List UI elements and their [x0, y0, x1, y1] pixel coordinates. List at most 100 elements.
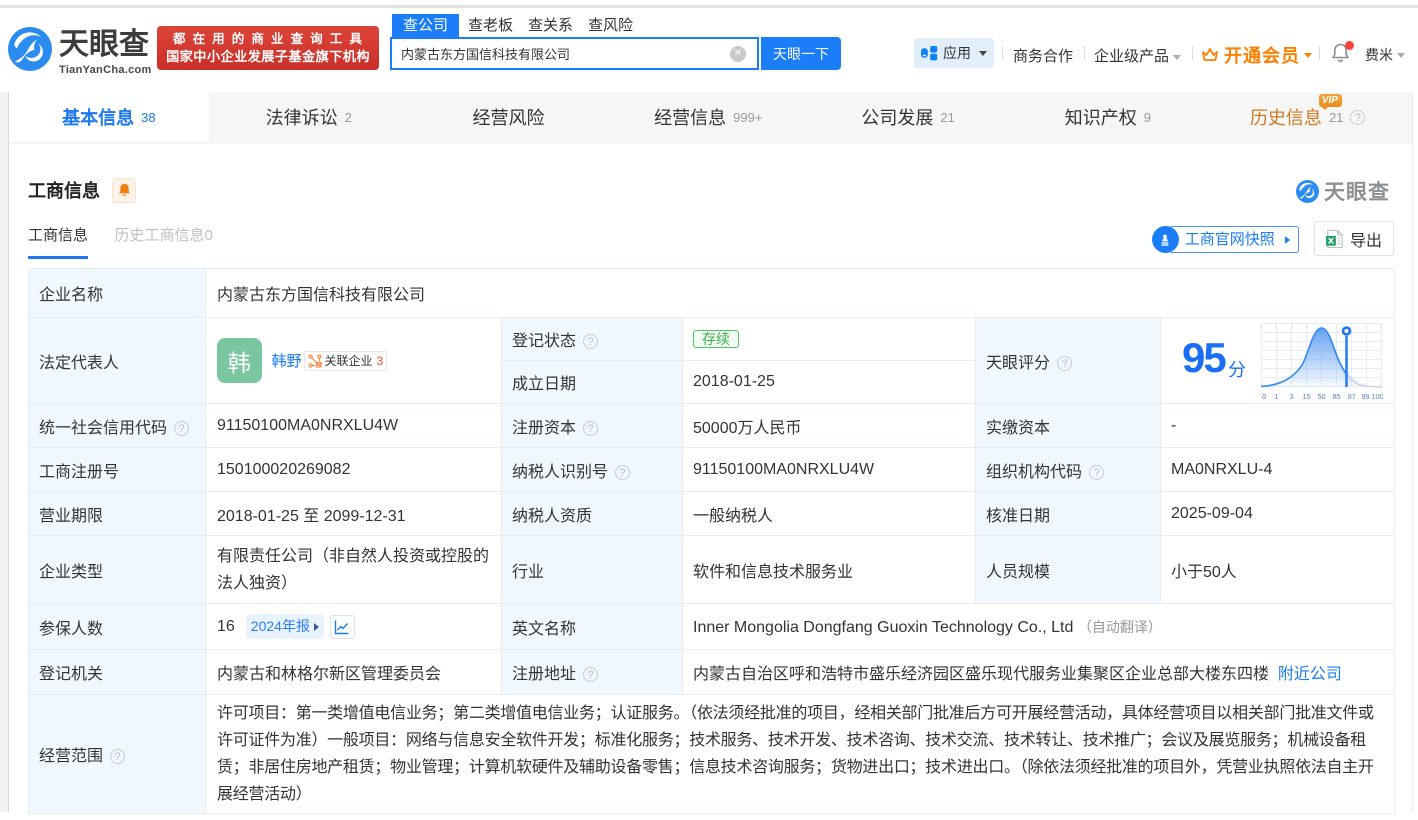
- nav-tab-7[interactable]: VIP历史信息21?: [1208, 92, 1408, 142]
- legal-rep-cell: 韩 韩野 企 关联企业 3: [206, 318, 502, 404]
- right-border: [1412, 92, 1413, 812]
- field-label: 企业名称: [29, 269, 206, 318]
- nav-tab-count: 9: [1144, 110, 1151, 125]
- field-label: 法定代表人: [29, 318, 206, 404]
- trend-chart-icon: [334, 619, 350, 635]
- help-icon[interactable]: ?: [174, 421, 189, 436]
- field-label: 实缴资本: [976, 404, 1161, 448]
- svg-text:97: 97: [1348, 392, 1356, 401]
- subscribe-bell[interactable]: [112, 178, 136, 203]
- company-type: 有限责任公司（非自然人投资或控股的法人独资）: [206, 536, 502, 604]
- status-badge: 存续: [693, 330, 739, 348]
- help-icon[interactable]: ?: [615, 465, 630, 480]
- top-header: 天眼查 TianYanCha.com 都在用的商业查询工具 国家中小企业发展子基…: [0, 0, 1418, 92]
- score-distribution-chart[interactable]: 0131550859799100: [1261, 323, 1383, 403]
- divider: [1192, 46, 1193, 60]
- nav-tab-label: 公司发展: [861, 104, 933, 130]
- field-label: 企业类型: [29, 536, 206, 604]
- help-icon[interactable]: ?: [583, 667, 598, 682]
- field-label: 英文名称: [502, 604, 683, 650]
- field-label: 工商注册号: [29, 448, 206, 492]
- enterprise-caret-icon: [1173, 55, 1181, 60]
- nav-tab-count: 21: [1329, 110, 1343, 125]
- snapshot-arrow-icon: [1285, 236, 1290, 244]
- apps-caret-icon: [979, 51, 987, 56]
- nav-tab-1[interactable]: 基本信息 38: [9, 92, 209, 142]
- field-label: 注册地址?: [502, 650, 683, 695]
- field-label: 营业期限: [29, 492, 206, 536]
- industry: 软件和信息技术服务业: [683, 536, 976, 604]
- svg-text:50: 50: [1318, 392, 1326, 401]
- nav-tab-count: 38: [141, 110, 155, 125]
- svg-text:85: 85: [1333, 392, 1341, 401]
- notifications-bell[interactable]: [1331, 43, 1350, 63]
- help-icon[interactable]: ?: [110, 749, 125, 764]
- field-label: 注册资本?: [502, 404, 683, 448]
- nav-tab-label: 法律诉讼: [266, 104, 338, 130]
- field-label: 纳税人资质: [502, 492, 683, 536]
- nav-tab-count: 2: [345, 110, 352, 125]
- authority: 内蒙古和林格尔新区管理委员会: [206, 650, 502, 695]
- help-icon[interactable]: ?: [1057, 356, 1072, 371]
- user-caret-icon: [1397, 53, 1405, 58]
- user-menu[interactable]: 费米: [1365, 45, 1405, 65]
- nav-tab-count: 21: [940, 110, 954, 125]
- score-value[interactable]: 95: [1182, 342, 1225, 374]
- tianyancha-page: 天眼查 TianYanCha.com 都在用的商业查询工具 国家中小企业发展子基…: [0, 0, 1418, 820]
- subtab-history-info[interactable]: 历史工商信息0: [114, 224, 212, 256]
- divider: [1084, 46, 1085, 60]
- vip-badge: VIP: [1319, 94, 1342, 107]
- insured-trend-button[interactable]: [330, 615, 355, 639]
- paid-capital: -: [1161, 404, 1395, 448]
- field-label: 人员规模: [976, 536, 1161, 604]
- svg-text:99: 99: [1362, 392, 1370, 401]
- top-divider: [0, 5, 1418, 8]
- related-companies-badge[interactable]: 企 关联企业 3: [304, 351, 388, 371]
- legal-rep-link[interactable]: 韩野: [272, 350, 302, 371]
- svg-text:0: 0: [1262, 392, 1266, 401]
- svg-text:15: 15: [1303, 392, 1311, 401]
- header-menu: 应用 商务合作 企业级产品 开通会员: [0, 0, 1418, 92]
- vip-menu[interactable]: 开通会员: [1201, 42, 1312, 68]
- enterprise-menu[interactable]: 企业级产品: [1094, 45, 1181, 66]
- cooperation-link[interactable]: 商务合作: [1013, 45, 1073, 66]
- business-info-table: 企业名称 内蒙古东方国信科技有限公司 法定代表人 韩 韩野: [28, 268, 1395, 814]
- nav-tab-3[interactable]: 经营风险: [409, 92, 609, 142]
- nav-tab-label: 基本信息: [62, 104, 134, 130]
- est-date: 2018-01-25: [683, 361, 976, 404]
- divider: [1002, 46, 1003, 60]
- subtab-business-info[interactable]: 工商信息: [28, 224, 88, 259]
- field-label: 参保人数: [29, 604, 206, 650]
- help-icon[interactable]: ?: [583, 334, 598, 349]
- official-snapshot-button[interactable]: 工商官网快照: [1169, 226, 1299, 253]
- svg-text:1: 1: [1275, 392, 1279, 401]
- apps-menu[interactable]: 应用: [914, 38, 994, 68]
- help-icon[interactable]: ?: [1089, 465, 1104, 480]
- field-label: 天眼评分?: [976, 318, 1161, 404]
- nav-tab-2[interactable]: 法律诉讼 2: [209, 92, 409, 142]
- apps-label: 应用: [943, 43, 971, 63]
- staff-size: 小于50人: [1161, 536, 1395, 604]
- nav-tab-label: 经营信息: [654, 104, 726, 130]
- english-name-cell: Inner Mongolia Dongfang Guoxin Technolog…: [683, 604, 1395, 650]
- nav-tab-4[interactable]: 经营信息999+: [608, 92, 808, 142]
- nav-tab-5[interactable]: 公司发展 21: [808, 92, 1008, 142]
- annual-report-arrow-icon: [314, 623, 319, 631]
- orange-bell-icon: [118, 183, 131, 197]
- section-title: 工商信息: [28, 177, 100, 203]
- org-code: MA0NRXLU-4: [1161, 448, 1395, 492]
- nearby-companies-link[interactable]: 附近公司: [1278, 666, 1342, 683]
- notification-dot: [1345, 41, 1354, 50]
- legal-rep-avatar[interactable]: 韩: [217, 338, 262, 383]
- business-scope: 许可项目：第一类增值电信业务；第二类增值电信业务；认证服务。（依法须经批准的项目…: [206, 695, 1395, 814]
- annual-report-badge[interactable]: 2024年报: [246, 614, 324, 639]
- help-icon[interactable]: ?: [1350, 110, 1365, 125]
- approval-date: 2025-09-04: [1161, 492, 1395, 536]
- watermark-logo-icon: [1296, 180, 1319, 203]
- score-cell: 95 分: [1161, 318, 1395, 404]
- nav-tab-6[interactable]: 知识产权9: [1008, 92, 1208, 142]
- help-icon[interactable]: ?: [583, 421, 598, 436]
- export-button[interactable]: 导出: [1314, 221, 1394, 256]
- reg-number: 150100020269082: [206, 448, 502, 492]
- nav-tab-label: 经营风险: [472, 104, 544, 130]
